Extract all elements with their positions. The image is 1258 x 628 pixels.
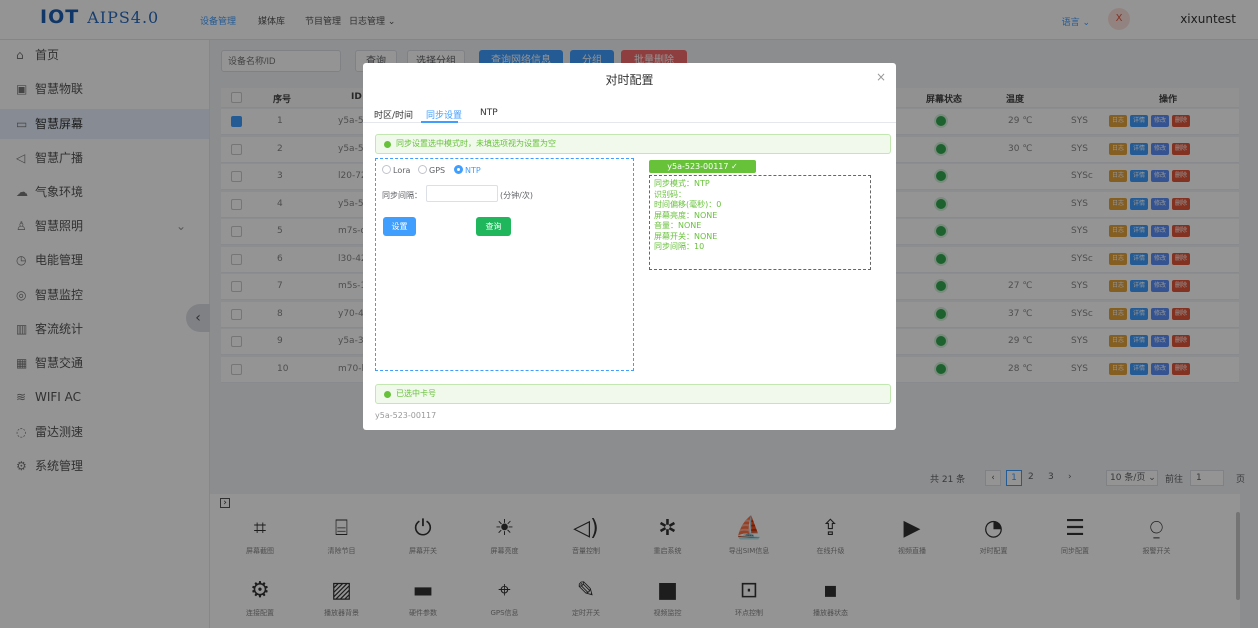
- time-config-dialog: 对时配置 × 时区/时间 同步设置 NTP 同步设置选中模式时，未填选项视为设置…: [363, 63, 896, 430]
- info-line: 时间偏移(毫秒)：0: [654, 200, 722, 209]
- radio-lora[interactable]: Lora: [382, 165, 410, 175]
- device-tag[interactable]: y5a-523-00117 ✓: [649, 160, 756, 173]
- info-line: 屏幕亮度：NONE: [654, 210, 718, 220]
- sync-alert: 同步设置选中模式时，未填选项视为设置为空: [375, 134, 891, 154]
- query-sync-button[interactable]: 查询: [476, 217, 511, 236]
- radio-circle-icon: [454, 165, 463, 174]
- tab-active-indicator: [421, 121, 458, 123]
- radio-circle-icon: [382, 165, 391, 174]
- selected-card-id: y5a-523-00117: [375, 411, 437, 420]
- close-icon[interactable]: ×: [876, 70, 886, 84]
- sync-settings-form: Lora GPS NTP 同步间隔： (分钟/次) 设置 查询: [375, 158, 634, 371]
- info-line: 同步间隔：10: [654, 242, 705, 251]
- selected-card-alert: 已选中卡号: [375, 384, 891, 404]
- info-line: 音量：NONE: [654, 221, 702, 230]
- radio-circle-icon: [418, 165, 427, 174]
- radio-ntp[interactable]: NTP: [454, 165, 481, 175]
- interval-input[interactable]: [426, 185, 498, 202]
- info-line: 屏幕开关：NONE: [654, 231, 718, 241]
- dialog-title: 对时配置: [605, 73, 654, 87]
- tab-ntp[interactable]: NTP: [480, 108, 498, 118]
- tab-timezone[interactable]: 时区/时间: [374, 108, 413, 121]
- app-root: IOT AIPS4.0 设备管理 媒体库 节目管理 日志管理 ⌄ 语言 ⌄ X x…: [0, 0, 1258, 628]
- info-line: 识别码：: [654, 189, 686, 199]
- info-line: 同步模式：NTP: [654, 179, 710, 188]
- tab-sync-settings[interactable]: 同步设置: [426, 108, 462, 121]
- success-dot-icon: [384, 141, 391, 148]
- radio-gps[interactable]: GPS: [418, 165, 445, 175]
- success-dot-icon: [384, 391, 391, 398]
- interval-unit: (分钟/次): [500, 191, 533, 200]
- interval-label: 同步间隔：: [382, 191, 422, 200]
- set-button[interactable]: 设置: [383, 217, 416, 236]
- sync-info-box: 同步模式：NTP 识别码： 时间偏移(毫秒)：0 屏幕亮度：NONE 音量：NO…: [649, 175, 871, 270]
